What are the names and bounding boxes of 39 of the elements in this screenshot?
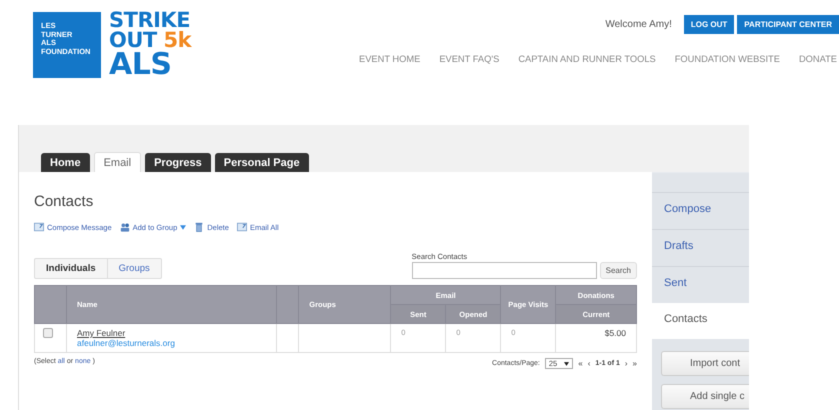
nav-link[interactable]: EVENT FAQ'S — [439, 54, 500, 64]
caret-icon — [180, 224, 186, 230]
sidebar-button[interactable]: Import cont — [661, 351, 749, 376]
next-page-link[interactable]: › — [624, 359, 628, 368]
nav-link[interactable]: EVENT HOME — [359, 54, 420, 64]
table-cell: $5.00 — [556, 324, 636, 352]
sidebar-item[interactable]: Compose — [652, 192, 749, 229]
tab[interactable]: Personal Page — [214, 153, 309, 172]
search-field[interactable] — [412, 262, 597, 279]
tab[interactable]: Progress — [145, 153, 211, 172]
event-logo-text: STRIKE — [109, 10, 190, 30]
people-icon — [120, 222, 130, 232]
sidebar-item[interactable]: Contacts — [652, 303, 749, 339]
event-logo-text: ALS — [109, 50, 172, 80]
view-toggle[interactable]: Individuals — [35, 259, 108, 278]
welcome-text: Welcome Amy! — [605, 19, 672, 30]
first-page-link[interactable]: « — [578, 359, 583, 368]
header-button[interactable]: PARTICIPANT CENTER — [737, 15, 839, 34]
header-cell — [276, 286, 299, 324]
search-button[interactable]: Search — [600, 262, 637, 279]
caret-icon — [564, 362, 570, 366]
header-cell — [34, 286, 66, 324]
contact-name-link[interactable]: Amy Feulner — [77, 328, 266, 338]
tab[interactable]: Email — [94, 152, 142, 172]
event-logo-text: OUT 5k — [109, 30, 192, 50]
sidebar-button[interactable]: Add single c — [661, 384, 749, 409]
nav-link[interactable]: DONATE — [798, 54, 837, 64]
tab[interactable]: Home — [41, 153, 90, 172]
nav-link[interactable]: CAPTAIN AND RUNNER TOOLS — [518, 54, 656, 64]
contact-email[interactable]: afeulner@lesturnerals.org — [77, 338, 266, 348]
last-page-link[interactable]: » — [632, 359, 637, 368]
sidebar-item[interactable]: Drafts — [652, 229, 749, 266]
view-toggle[interactable]: Groups — [108, 259, 161, 278]
nav-link[interactable]: FOUNDATION WEBSITE — [674, 54, 780, 64]
trash-icon — [194, 222, 204, 232]
row-checkbox[interactable] — [43, 328, 53, 338]
previous-page-link[interactable]: ‹ — [588, 359, 590, 368]
page-heading: Contacts — [34, 193, 94, 210]
header-button[interactable]: LOG OUT — [684, 15, 734, 34]
